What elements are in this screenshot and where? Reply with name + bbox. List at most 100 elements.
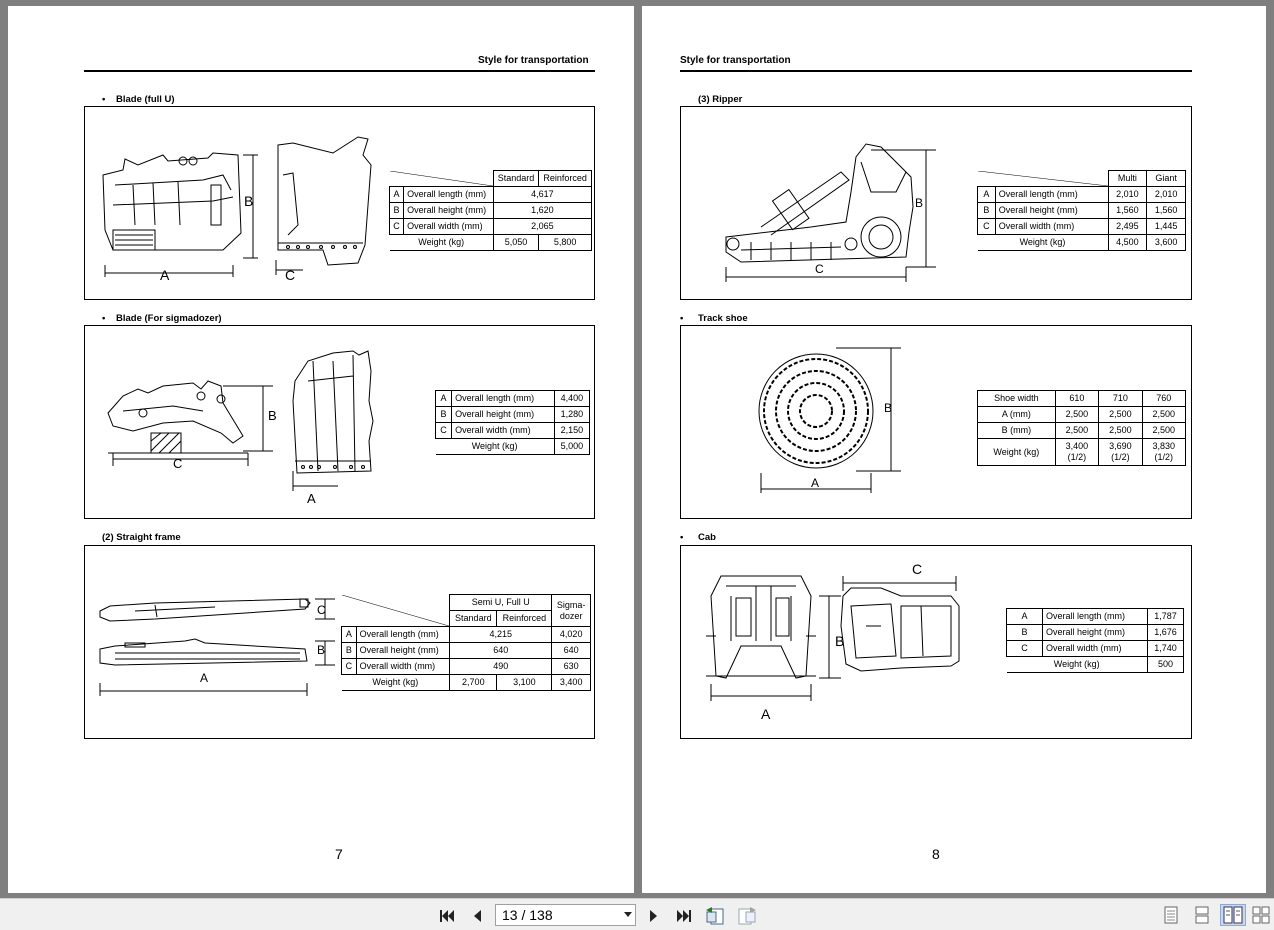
previous-view-button[interactable] xyxy=(704,905,726,927)
row-value: 1,787 xyxy=(1146,608,1185,625)
header-rule xyxy=(680,70,1192,72)
continuous-page-icon xyxy=(1195,906,1209,924)
row-label: Overall length (mm) xyxy=(403,186,494,203)
page-number-value: 13 / 138 xyxy=(502,907,553,923)
row-key: C xyxy=(977,218,996,235)
dim-label-b: B xyxy=(884,401,893,415)
row-key: C xyxy=(1006,640,1043,657)
row-value: 640 xyxy=(449,642,553,659)
dim-label-b: B xyxy=(317,643,326,657)
dim-label-c: C xyxy=(285,267,296,283)
row-label: B (mm) xyxy=(977,422,1056,439)
weight-label: Weight (kg) xyxy=(977,438,1056,466)
weight-number: 3,400 xyxy=(1065,441,1089,451)
row-value: 2,065 xyxy=(492,218,593,235)
row-value: 2,500 xyxy=(1098,406,1143,423)
row-key: A xyxy=(388,186,405,203)
col-header: Standard xyxy=(449,610,498,627)
page-number-field[interactable]: 13 / 138 xyxy=(495,904,636,926)
row-label: Overall height (mm) xyxy=(451,406,555,423)
row-key: A xyxy=(977,186,996,203)
row-value: 2,500 xyxy=(1054,422,1100,439)
row-value: 1,280 xyxy=(553,406,591,423)
row-label: Overall length (mm) xyxy=(451,390,555,407)
next-page-button[interactable] xyxy=(643,905,665,927)
table-corner xyxy=(977,170,1109,187)
continuous-view-button[interactable] xyxy=(1189,904,1215,926)
row-value: 2,500 xyxy=(1054,406,1100,423)
weight-value: 5,050 xyxy=(492,234,540,251)
row-value: 1,676 xyxy=(1146,624,1185,641)
section-title-blade-full-u: • Blade (full U) xyxy=(102,94,175,105)
row-value: 490 xyxy=(449,658,553,675)
dim-label-a: A xyxy=(761,706,771,722)
blade-sigmadozer-drawing xyxy=(107,350,374,491)
dim-label-b: B xyxy=(915,196,924,210)
row-label: A (mm) xyxy=(977,406,1056,423)
table-corner xyxy=(389,170,494,187)
weight-label: Weight (kg) xyxy=(389,234,494,251)
weight-value: 3,600 xyxy=(1146,234,1186,251)
first-page-button[interactable] xyxy=(436,905,458,927)
single-page-view-button[interactable] xyxy=(1158,904,1184,926)
weight-label: Weight (kg) xyxy=(977,234,1109,251)
figure-box-blade-full-u: B A C Standard Reinforced A Overall leng… xyxy=(84,106,595,300)
dropdown-arrow-icon[interactable] xyxy=(624,912,632,917)
row-value: 1,620 xyxy=(492,202,593,219)
page-header: Style for transportation xyxy=(478,55,589,66)
section-title-ripper: (3) Ripper xyxy=(698,94,743,105)
first-page-icon xyxy=(440,910,454,922)
weight-value: 500 xyxy=(1146,656,1185,673)
page-number: 7 xyxy=(335,846,343,862)
straight-frame-drawing xyxy=(99,598,335,696)
row-label: Overall width (mm) xyxy=(403,218,494,235)
row-value: 1,560 xyxy=(1146,202,1186,219)
row-label: Overall length (mm) xyxy=(355,626,451,643)
section-title-cab: • Cab xyxy=(680,532,716,543)
figure-box-track-shoe: B A Shoe width 610 710 760 A (mm) 2,500 … xyxy=(680,325,1192,519)
row-key: A xyxy=(341,626,357,643)
spec-table-blade-sigmadozer: A Overall length (mm) 4,400 B Overall he… xyxy=(434,390,591,455)
row-value: 1,560 xyxy=(1107,202,1148,219)
previous-view-icon xyxy=(706,907,724,925)
col-header: 710 xyxy=(1098,390,1143,407)
col-group-header: Semi U, Full U xyxy=(449,594,553,611)
continuous-facing-view-button[interactable] xyxy=(1250,904,1272,926)
row-key: B xyxy=(388,202,405,219)
previous-page-button[interactable] xyxy=(466,905,488,927)
row-key: A xyxy=(1006,608,1043,625)
row-value: 4,020 xyxy=(551,626,591,643)
row-key: A xyxy=(434,390,453,407)
col-header: Multi xyxy=(1107,170,1148,187)
figure-box-cab: C B A A Overall length (mm) 1,787 B Over… xyxy=(680,545,1192,739)
dim-label-b: B xyxy=(835,633,845,649)
page-header: Style for transportation xyxy=(680,55,791,66)
dim-label-a: A xyxy=(200,671,209,685)
row-value: 2,495 xyxy=(1107,218,1148,235)
document-page-8: Style for transportation (3) Ripper B C … xyxy=(642,6,1266,893)
dim-label-a: A xyxy=(307,491,316,506)
weight-value: 3,100 xyxy=(496,674,553,691)
row-label: Overall length (mm) xyxy=(1042,608,1148,625)
spec-table-ripper: Multi Giant A Overall length (mm) 2,010 … xyxy=(977,170,1186,251)
facing-view-button[interactable] xyxy=(1220,904,1246,926)
next-view-button[interactable] xyxy=(736,905,758,927)
last-page-button[interactable] xyxy=(673,905,695,927)
weight-label: Weight (kg) xyxy=(341,674,451,691)
row-value: 4,617 xyxy=(492,186,593,203)
weight-value: 3,690 (1/2) xyxy=(1098,438,1143,466)
weight-value: 5,000 xyxy=(553,438,591,455)
section-title-text: Track shoe xyxy=(698,313,748,324)
row-label: Overall width (mm) xyxy=(451,422,555,439)
row-key: B xyxy=(1006,624,1043,641)
row-label: Overall length (mm) xyxy=(994,186,1109,203)
dim-label-b: B xyxy=(268,408,277,423)
row-label: Overall width (mm) xyxy=(1042,640,1148,657)
col-header: 760 xyxy=(1141,390,1187,407)
weight-value: 3,400 xyxy=(551,674,591,691)
weight-value: 3,830 (1/2) xyxy=(1141,438,1187,466)
row-value: 1,445 xyxy=(1146,218,1186,235)
section-title-text: Cab xyxy=(698,532,716,543)
row-label: Overall height (mm) xyxy=(994,202,1109,219)
col-header: Reinforced xyxy=(496,610,553,627)
